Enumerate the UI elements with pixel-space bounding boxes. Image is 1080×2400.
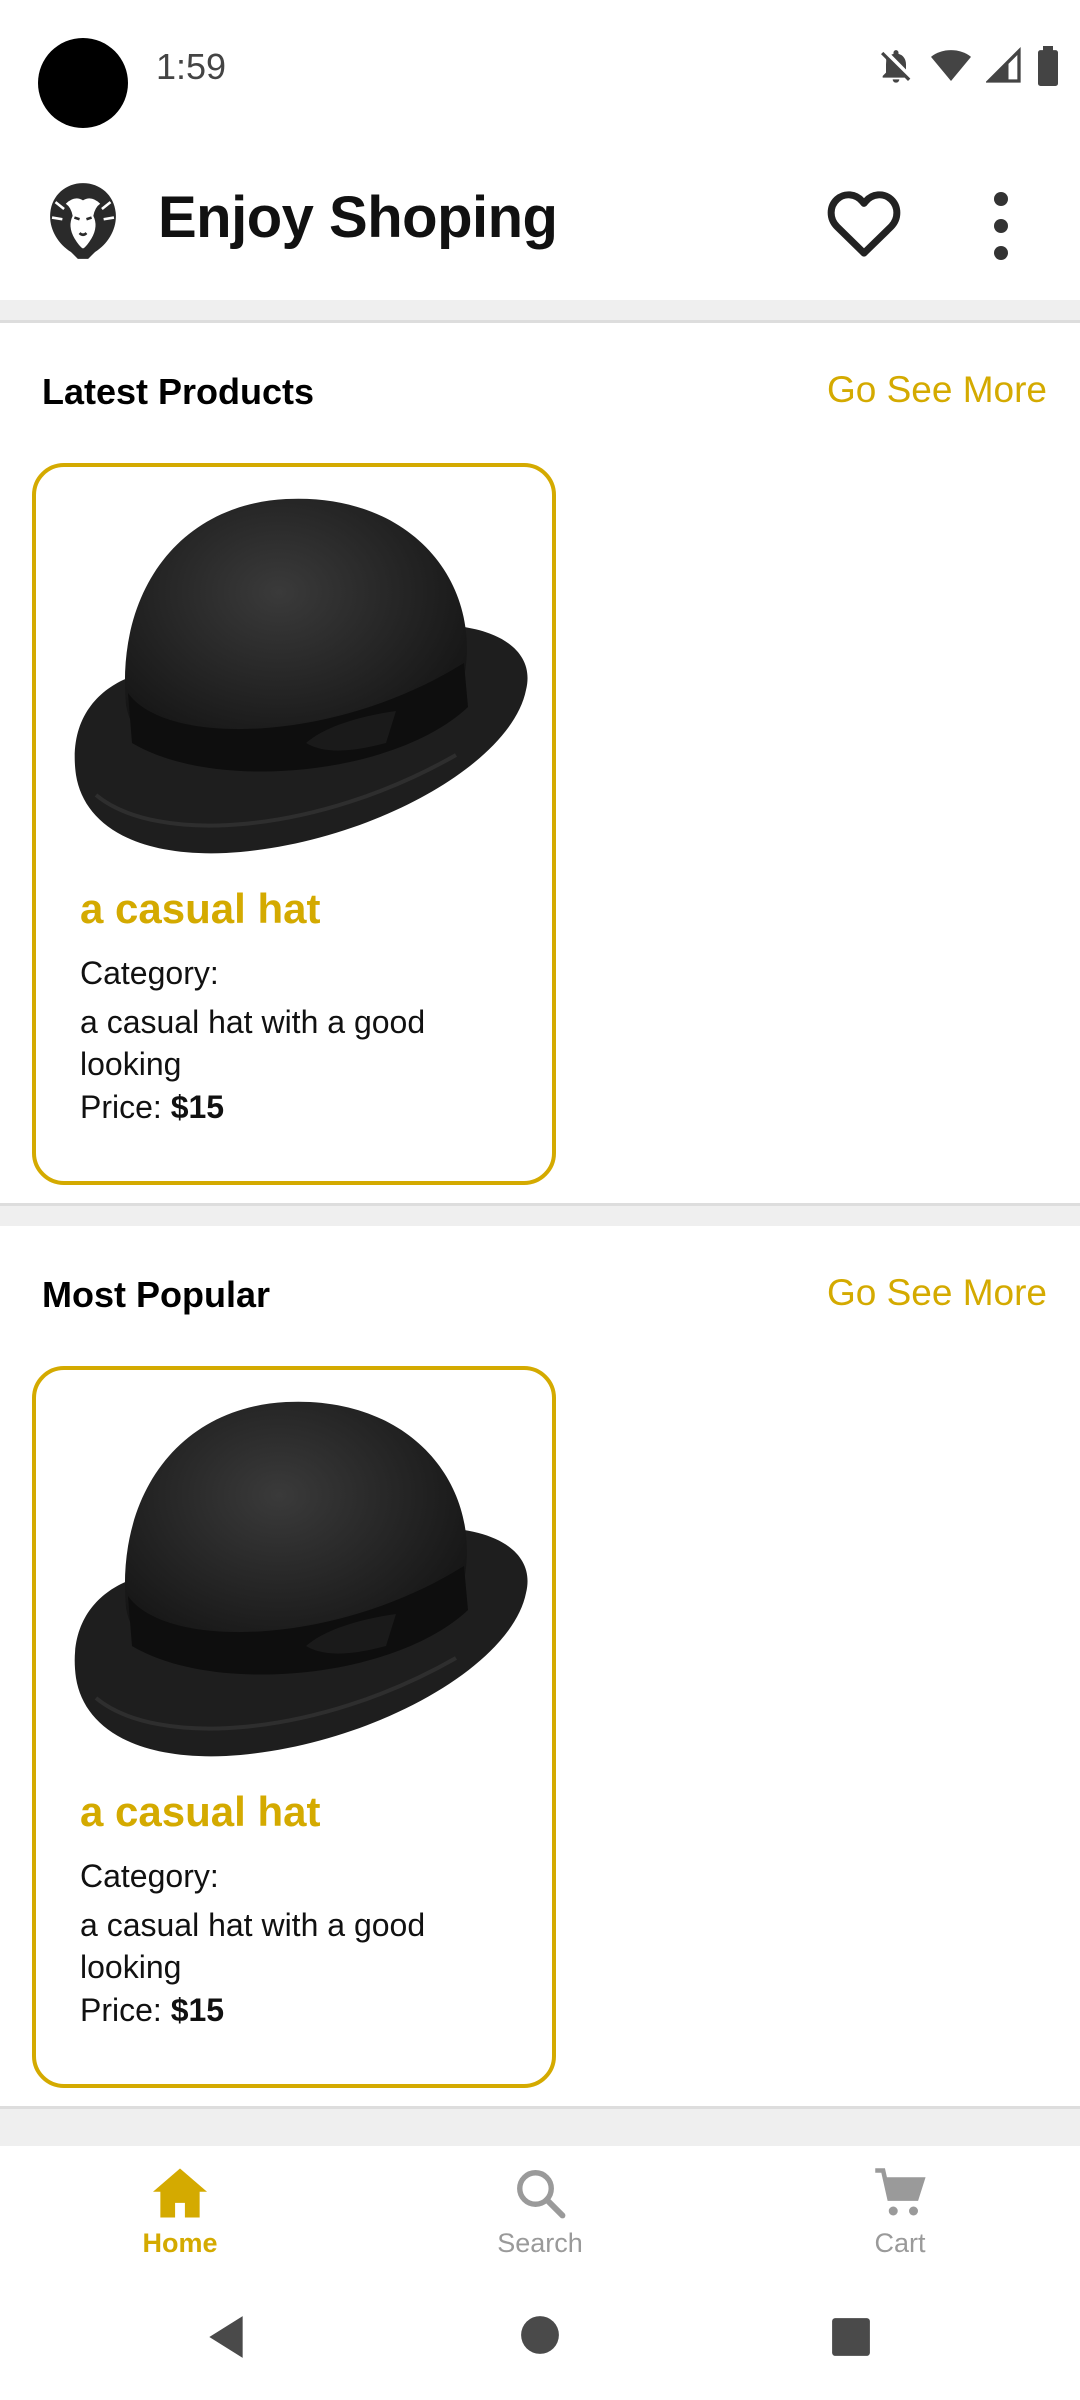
back-icon[interactable] [205, 2312, 247, 2362]
nav-label-home: Home [142, 2228, 218, 2258]
signal-icon [986, 47, 1021, 83]
status-bar: 1:59 [0, 0, 1080, 140]
battery-icon [1038, 46, 1058, 86]
more-options-icon[interactable] [978, 186, 1024, 266]
go-see-more-link[interactable]: Go See More [827, 369, 1047, 411]
app-bar: Enjoy Shoping [0, 140, 1080, 300]
status-icons [876, 46, 1060, 86]
product-card[interactable]: a casual hat Category: a casual hat with… [32, 1366, 556, 2088]
most-popular-section: Most Popular Go See More a casual hat Ca… [0, 1226, 1080, 2106]
home-icon [153, 2168, 207, 2218]
product-description: a casual hat with a good looking [80, 1004, 426, 1082]
section-divider [0, 300, 1080, 322]
price-value: $15 [170, 1089, 225, 1125]
wifi-icon [931, 50, 971, 81]
latest-products-section: Latest Products Go See More a casual hat… [0, 323, 1080, 1203]
product-category-label: Category: [80, 955, 219, 991]
recents-icon[interactable] [830, 2316, 872, 2358]
nav-item-cart[interactable]: Cart [800, 2166, 1000, 2259]
nav-item-home[interactable]: Home [80, 2166, 280, 2259]
nav-item-search[interactable]: Search [440, 2166, 640, 2259]
price-label: Price: [80, 1992, 162, 2028]
nav-label-search: Search [497, 2228, 583, 2258]
product-name: a casual hat [80, 885, 321, 932]
product-description: a casual hat with a good looking [80, 1907, 426, 1985]
notifications-off-icon [881, 50, 911, 83]
lion-logo-icon [50, 183, 116, 259]
product-price-row: Price: $15 [80, 1089, 224, 1126]
cart-icon [875, 2168, 926, 2216]
app-title: Enjoy Shoping [158, 185, 558, 250]
system-navigation-bar [0, 2276, 1080, 2400]
home-circle-icon[interactable] [519, 2314, 561, 2356]
bowler-hat-image [74, 1401, 528, 1757]
bowler-hat-image [74, 498, 528, 854]
section-divider [0, 2109, 1080, 2146]
product-card[interactable]: a casual hat Category: a casual hat with… [32, 463, 556, 1185]
product-price-row: Price: $15 [80, 1992, 224, 2029]
product-category-label: Category: [80, 1858, 219, 1894]
status-time: 1:59 [156, 46, 227, 87]
section-title: Latest Products [42, 371, 315, 412]
section-divider [0, 1206, 1080, 1226]
bottom-navigation: Home Search Cart [0, 2146, 1080, 2276]
go-see-more-link[interactable]: Go See More [827, 1272, 1047, 1314]
nav-label-cart: Cart [874, 2228, 926, 2258]
camera-cutout [38, 38, 128, 128]
product-name: a casual hat [80, 1788, 321, 1835]
section-title: Most Popular [42, 1274, 271, 1315]
price-value: $15 [170, 1992, 225, 2028]
price-label: Price: [80, 1089, 162, 1125]
favorites-heart-icon[interactable] [826, 188, 902, 258]
search-icon [517, 2170, 566, 2219]
